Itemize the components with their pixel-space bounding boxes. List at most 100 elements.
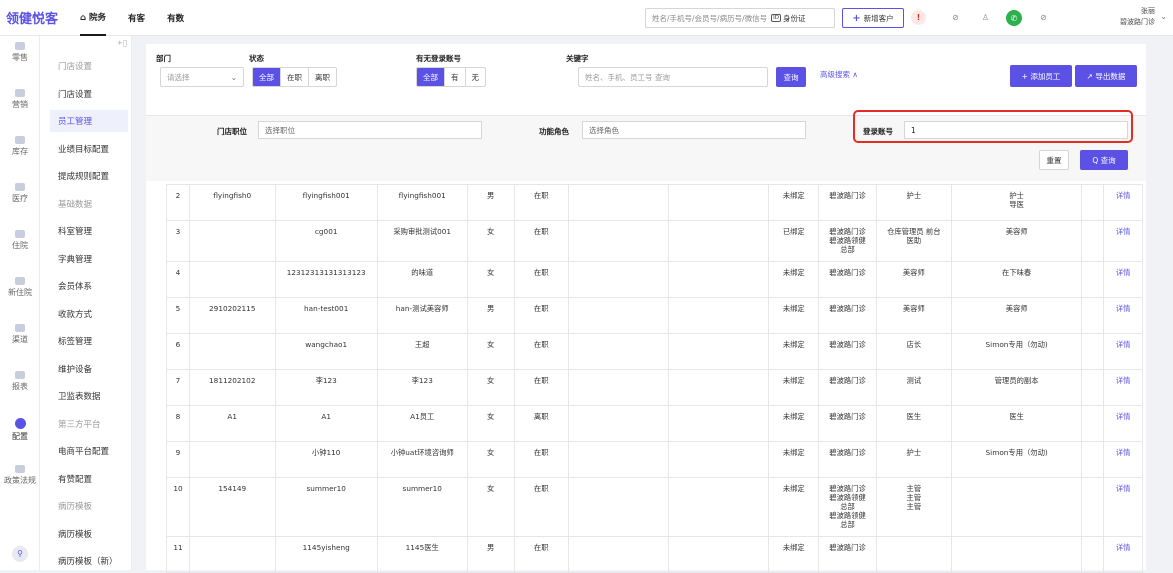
employee-code: flyingfish0 <box>188 184 276 221</box>
menu-item[interactable]: 业绩目标配置 <box>50 138 128 160</box>
menu-item[interactable]: 员工管理 <box>50 110 128 132</box>
reset-button[interactable]: 重置 <box>1039 150 1069 170</box>
filter-option[interactable]: 全部 <box>253 68 281 86</box>
clinic-list: 碧波路门诊 <box>818 536 877 573</box>
detail-link[interactable]: 详情 <box>1103 405 1143 442</box>
employment-status: 在职 <box>513 477 569 537</box>
phone-icon[interactable]: ✆ <box>1006 10 1022 26</box>
blank-cell <box>1081 297 1105 334</box>
menu-item[interactable]: 病历模板（新） <box>50 550 128 572</box>
sidebar-item[interactable]: 营销 <box>0 89 40 110</box>
sidebar-item[interactable]: 配置 <box>0 418 40 442</box>
collapse-icon[interactable]: +⃞ <box>117 39 127 47</box>
query-button[interactable]: 查询 <box>776 67 806 87</box>
link-icon[interactable]: ⊘ <box>948 10 963 25</box>
dept-label: 部门 <box>156 54 171 63</box>
filter-option[interactable]: 离职 <box>309 68 336 86</box>
filter-option[interactable]: 有 <box>445 68 466 86</box>
clinic-list: 碧波路门诊 <box>818 441 877 478</box>
id-card-button[interactable]: ID 身份证 <box>771 13 805 24</box>
menu-item[interactable]: 标签管理 <box>50 330 128 352</box>
role-list: 在下味春 <box>950 261 1083 298</box>
detail-link[interactable]: 详情 <box>1103 477 1143 537</box>
role-list: 管理员的副本 <box>950 369 1083 406</box>
settings-icon[interactable]: ⊘ <box>1036 10 1051 25</box>
add-staff-button[interactable]: + 添加员工 <box>1010 65 1072 87</box>
login-account: 1145yisheng <box>274 536 378 573</box>
role-list-item: 医生 <box>1009 412 1024 421</box>
export-button[interactable]: ↗ 导出数据 <box>1075 65 1137 87</box>
sidebar-item[interactable]: 住院 <box>0 230 40 251</box>
sidebar-item[interactable]: 库存 <box>0 136 40 157</box>
employee-name: summer10 <box>376 477 468 537</box>
row-number: 3 <box>166 220 190 262</box>
employee-name: han-测试美容师 <box>376 297 468 334</box>
dept-select[interactable]: 请选择 ⌄ <box>160 67 244 87</box>
filter-option[interactable]: 全部 <box>417 68 445 86</box>
filter-option[interactable]: 在职 <box>281 68 309 86</box>
sidebar-item[interactable]: 医疗 <box>0 183 40 204</box>
advanced-search-toggle[interactable]: 高级搜索 ∧ <box>820 69 858 80</box>
role-select[interactable]: 选择角色 <box>582 121 806 139</box>
menu-item[interactable]: 科室管理 <box>50 220 128 242</box>
role-list-item: 美容师 <box>1005 304 1028 313</box>
detail-link[interactable]: 详情 <box>1103 333 1143 370</box>
employee-name: flyingfish001 <box>376 184 468 221</box>
menu-item[interactable]: 病历模板 <box>50 523 128 545</box>
menu-item[interactable]: 有赞配置 <box>50 468 128 490</box>
chevron-down-icon[interactable]: ⌄ <box>1160 12 1167 21</box>
menu-item[interactable]: 会员体系 <box>50 275 128 297</box>
sidebar-search-icon[interactable]: ⚲ <box>0 546 40 562</box>
detail-link[interactable]: 详情 <box>1103 369 1143 406</box>
blank-cell <box>668 441 770 478</box>
menu-item[interactable]: 字典管理 <box>50 248 128 270</box>
global-search-input[interactable]: 姓名/手机号/会员号/病历号/微信号 ID 身份证 <box>645 8 835 28</box>
bind-status: 未绑定 <box>768 297 820 334</box>
sidebar-item-icon <box>15 230 25 238</box>
top-nav-item[interactable]: ⌂ 院务 <box>80 0 107 36</box>
user-clinic: 碧波路门诊 <box>1120 18 1155 26</box>
menu-item[interactable]: 收款方式 <box>50 303 128 325</box>
menu-group-title: 门店设置 <box>58 62 93 72</box>
main-content: 部门 请选择 ⌄ 状态 全部 在职 离职 有无登录账号 全部有无 关键字 姓名、手机、… <box>146 44 1146 573</box>
add-customer-button[interactable]: + 新增客户 <box>842 8 904 28</box>
menu-item[interactable]: 维护设备 <box>50 358 128 380</box>
clinic-list-item: 碧波路门诊 <box>829 340 866 349</box>
search-button[interactable]: Q 查询 <box>1080 150 1128 170</box>
employment-status: 在职 <box>513 536 569 573</box>
clinic-list-item: 碧波路门诊 <box>829 448 866 457</box>
filter-option[interactable]: 无 <box>466 68 486 86</box>
sidebar-item-label: 住院 <box>12 241 28 250</box>
detail-link[interactable]: 详情 <box>1103 261 1143 298</box>
sidebar-item[interactable]: 新住院 <box>0 277 40 298</box>
detail-link[interactable]: 详情 <box>1103 441 1143 478</box>
position-select[interactable]: 选择职位 <box>258 121 482 139</box>
login-label: 有无登录账号 <box>416 54 461 63</box>
top-nav-item[interactable]: 有客 <box>128 0 145 36</box>
menu-item[interactable]: 电商平台配置 <box>50 440 128 462</box>
sidebar-item[interactable]: 渠道 <box>0 324 40 345</box>
detail-link[interactable]: 详情 <box>1103 220 1143 262</box>
sidebar-item[interactable]: 政策法规 <box>0 465 40 486</box>
role-list-item: 导医 <box>1009 200 1024 209</box>
clinic-list-item: 总部 <box>840 245 855 254</box>
app-logo[interactable]: 领健悦客 <box>6 8 80 27</box>
menu-item[interactable]: 卫监表数据 <box>50 385 128 407</box>
menu-item[interactable]: 提成规则配置 <box>50 165 128 187</box>
top-nav-item[interactable]: 有数 <box>167 0 184 36</box>
keyword-input[interactable]: 姓名、手机、员工号 查询 <box>578 67 768 87</box>
sidebar-item[interactable]: 报表 <box>0 371 40 392</box>
detail-link[interactable]: 详情 <box>1103 297 1143 334</box>
gender: 女 <box>466 220 515 262</box>
employee-name: 的味道 <box>376 261 468 298</box>
detail-link[interactable]: 详情 <box>1103 536 1143 573</box>
position-list: 店长 <box>875 333 952 370</box>
menu-item[interactable]: 门店设置 <box>50 83 128 105</box>
sidebar-item[interactable]: 零售 <box>0 42 40 63</box>
table-row: 2 flyingfish0 flyingfish001 flyingfish001 男在… <box>166 184 1143 221</box>
notice-icon[interactable]: ! <box>911 10 926 25</box>
user-info[interactable]: 张丽 碧波路门诊 <box>1120 6 1155 28</box>
detail-link[interactable]: 详情 <box>1103 184 1143 221</box>
role-list: 护士 导医 <box>950 184 1083 221</box>
people-icon[interactable]: ♙ <box>978 10 993 25</box>
